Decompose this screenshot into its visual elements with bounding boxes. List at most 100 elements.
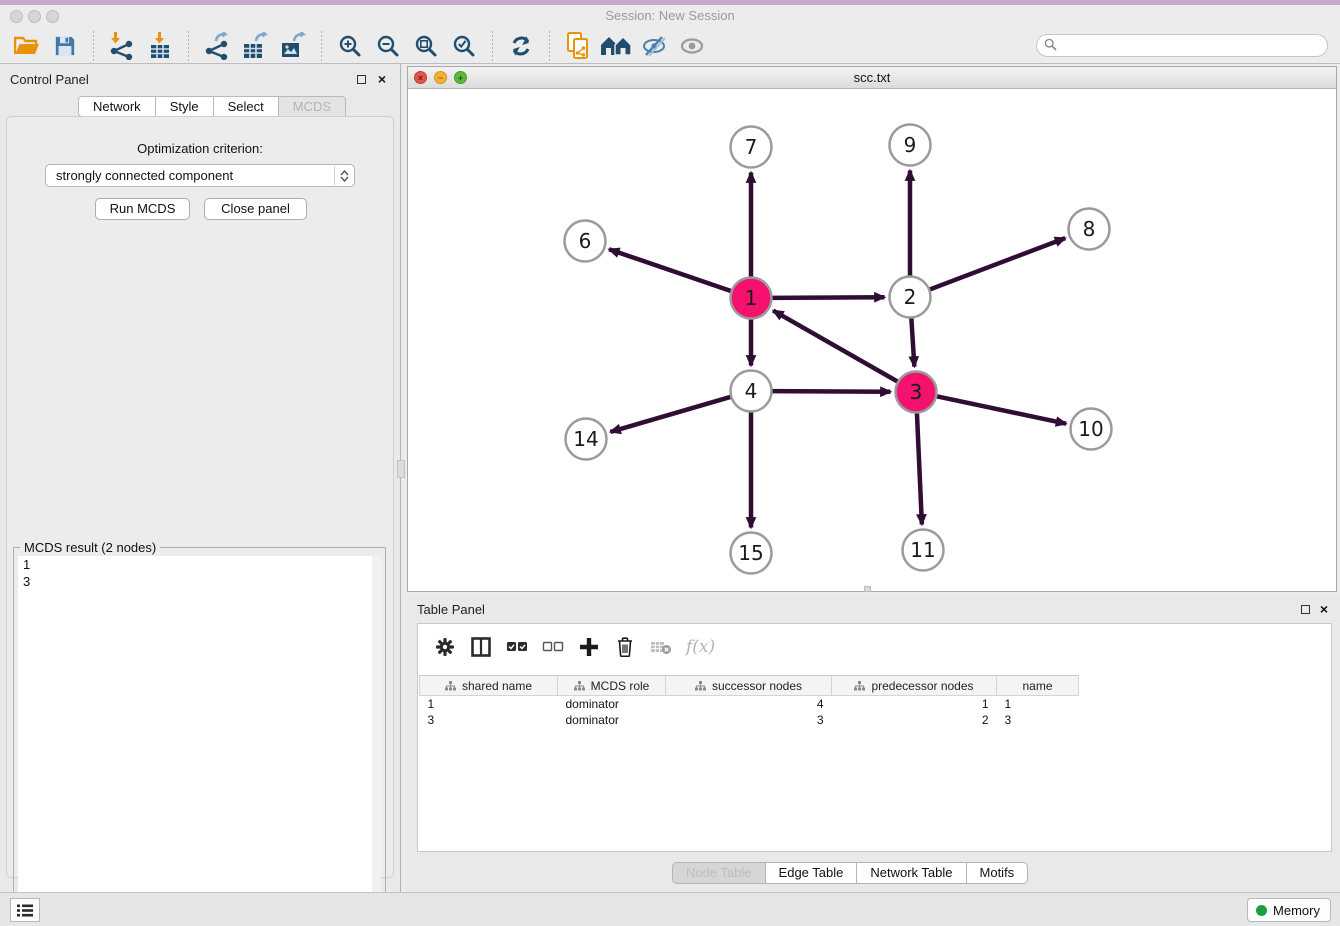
- graph-edge-2-3[interactable]: [911, 318, 914, 367]
- graph-node-label: 1: [745, 286, 758, 310]
- float-panel-icon[interactable]: [357, 75, 366, 84]
- main-toolbar: [0, 28, 1340, 64]
- network-view-window: × − + scc.txt 7968124314101511: [407, 66, 1337, 592]
- table-panel-tabs: Node Table Edge Table Network Table Moti…: [672, 862, 1028, 884]
- float-table-panel-icon[interactable]: [1301, 605, 1310, 614]
- export-image-icon[interactable]: [277, 31, 309, 61]
- optimization-criterion-label: Optimization criterion:: [7, 141, 393, 156]
- result-line: 1: [18, 556, 381, 573]
- run-mcds-button[interactable]: Run MCDS: [95, 198, 190, 220]
- open-folder-icon[interactable]: [11, 31, 43, 61]
- table-panel: Table Panel ×: [407, 595, 1340, 892]
- toolbar-separator: [492, 31, 493, 61]
- memory-label: Memory: [1273, 903, 1320, 918]
- graph-edge-3-10[interactable]: [936, 396, 1066, 424]
- memory-status-icon: [1256, 905, 1267, 916]
- graph-edge-4-14[interactable]: [611, 397, 732, 432]
- close-panel-button[interactable]: Close panel: [204, 198, 307, 220]
- hide-icon[interactable]: [638, 31, 670, 61]
- toolbar-separator: [188, 31, 189, 61]
- tab-mcds[interactable]: MCDS: [279, 96, 346, 117]
- network-canvas[interactable]: 7968124314101511: [408, 89, 1336, 591]
- minimize-window-button[interactable]: [28, 10, 41, 23]
- tab-network-table[interactable]: Network Table: [857, 862, 966, 884]
- zoom-out-icon[interactable]: [372, 31, 404, 61]
- export-table-icon[interactable]: [239, 31, 271, 61]
- column-header-successor-nodes[interactable]: successor nodes: [666, 676, 832, 696]
- save-icon[interactable]: [49, 31, 81, 61]
- network-window-titlebar[interactable]: × − + scc.txt: [408, 67, 1336, 89]
- node-table: shared name MCDS role successor nodes pr…: [419, 675, 1079, 728]
- close-panel-icon[interactable]: ×: [378, 71, 386, 87]
- column-header-mcds-role[interactable]: MCDS role: [558, 676, 666, 696]
- deselect-all-icon[interactable]: [538, 633, 568, 661]
- zoom-in-icon[interactable]: [334, 31, 366, 61]
- mcds-result-list[interactable]: 1 3: [18, 556, 381, 914]
- export-network-icon[interactable]: [201, 31, 233, 61]
- graph-node-label: 14: [573, 427, 598, 451]
- zoom-fit-icon[interactable]: [410, 31, 442, 61]
- delete-column-icon[interactable]: [646, 633, 676, 661]
- graph-node-label: 7: [745, 135, 758, 159]
- list-icon: [17, 904, 33, 917]
- close-table-panel-icon[interactable]: ×: [1320, 601, 1328, 617]
- import-table-icon[interactable]: [144, 31, 176, 61]
- toolbar-separator: [93, 31, 94, 61]
- column-header-name[interactable]: name: [997, 676, 1079, 696]
- toolbar-separator: [549, 31, 550, 61]
- show-icon[interactable]: [676, 31, 708, 61]
- result-scrollbar[interactable]: [372, 556, 381, 914]
- network-maximize-icon[interactable]: +: [454, 71, 467, 84]
- graph-node-label: 3: [910, 380, 923, 404]
- refresh-icon[interactable]: [505, 31, 537, 61]
- maximize-window-button[interactable]: [46, 10, 59, 23]
- zoom-selected-icon[interactable]: [448, 31, 480, 61]
- graph-edge-1-2[interactable]: [772, 297, 885, 298]
- tab-edge-table[interactable]: Edge Table: [766, 862, 858, 884]
- close-window-button[interactable]: [10, 10, 23, 23]
- graph-edge-2-8[interactable]: [929, 238, 1065, 290]
- network-resize-grip[interactable]: [864, 586, 871, 592]
- graph-edge-3-11[interactable]: [917, 413, 922, 525]
- criterion-value: strongly connected component: [56, 168, 233, 183]
- panel-divider-grip[interactable]: [397, 460, 405, 478]
- app-titlebar: Session: New Session: [0, 5, 1340, 28]
- control-panel-title: Control Panel: [10, 72, 89, 87]
- memory-button[interactable]: Memory: [1247, 898, 1331, 922]
- search-input[interactable]: [1057, 36, 1327, 55]
- graph-edge-3-1[interactable]: [773, 311, 898, 382]
- tab-motifs[interactable]: Motifs: [967, 862, 1029, 884]
- tab-network[interactable]: Network: [78, 96, 156, 117]
- network-title: scc.txt: [408, 67, 1336, 88]
- network-close-icon[interactable]: ×: [414, 71, 427, 84]
- new-network-from-selection-icon[interactable]: [562, 31, 594, 61]
- network-minimize-icon[interactable]: −: [434, 71, 447, 84]
- gear-icon[interactable]: [430, 633, 460, 661]
- delete-icon[interactable]: [610, 633, 640, 661]
- task-history-button[interactable]: [10, 898, 40, 922]
- table-panel-title: Table Panel: [417, 602, 485, 617]
- import-network-icon[interactable]: [106, 31, 138, 61]
- select-all-icon[interactable]: [502, 633, 532, 661]
- graph-node-label: 6: [579, 229, 592, 253]
- result-line: 3: [18, 573, 381, 590]
- column-header-predecessor-nodes[interactable]: predecessor nodes: [832, 676, 997, 696]
- graph-edge-1-6[interactable]: [609, 249, 732, 291]
- criterion-dropdown[interactable]: strongly connected component: [45, 164, 355, 187]
- table-row[interactable]: 1 dominator 4 1 1: [420, 696, 1079, 712]
- function-builder-icon[interactable]: f(x): [686, 637, 715, 657]
- columns-icon[interactable]: [466, 633, 496, 661]
- status-bar: Memory: [0, 892, 1340, 926]
- table-row[interactable]: 3 dominator 3 2 3: [420, 712, 1079, 728]
- add-icon[interactable]: [574, 633, 604, 661]
- graph-edge-4-3[interactable]: [772, 391, 891, 392]
- tab-node-table[interactable]: Node Table: [672, 862, 766, 884]
- window-title: Session: New Session: [0, 5, 1340, 27]
- tab-style[interactable]: Style: [156, 96, 214, 117]
- tab-select[interactable]: Select: [214, 96, 279, 117]
- search-box: [1036, 34, 1328, 57]
- chevron-up-down-icon: [334, 166, 353, 185]
- home-icon[interactable]: [600, 31, 632, 61]
- graph-node-label: 11: [910, 538, 935, 562]
- column-header-shared-name[interactable]: shared name: [420, 676, 558, 696]
